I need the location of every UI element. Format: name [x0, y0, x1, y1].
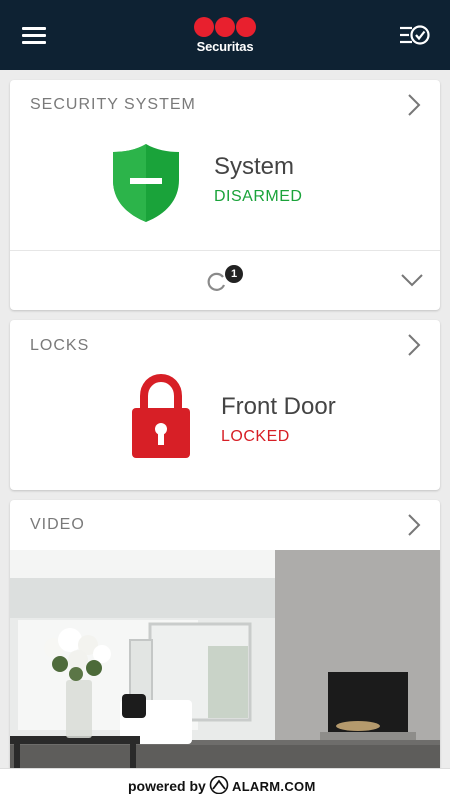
security-system-card[interactable]: SECURITY SYSTEM System DISARMED 1	[10, 80, 440, 310]
chevron-right-icon[interactable]	[406, 513, 422, 537]
securitas-logo: Securitas	[185, 14, 265, 56]
video-card[interactable]: VIDEO	[10, 500, 440, 768]
card-divider	[10, 250, 440, 251]
chevron-right-icon[interactable]	[406, 93, 422, 117]
camera-thumbnail[interactable]	[10, 550, 440, 768]
list-check-icon[interactable]	[398, 22, 432, 48]
footer-bar: powered by ALARM.COM	[0, 768, 450, 800]
security-card-title: SECURITY SYSTEM	[30, 96, 196, 113]
shield-disarmed-icon	[113, 144, 179, 222]
chevron-right-icon[interactable]	[406, 333, 422, 357]
system-status: DISARMED	[214, 188, 303, 205]
chevron-down-icon[interactable]	[400, 273, 424, 287]
lock-name: Front Door	[221, 393, 336, 420]
lock-status: LOCKED	[221, 428, 290, 445]
video-card-title: VIDEO	[30, 516, 85, 533]
system-name: System	[214, 153, 295, 180]
padlock-locked-icon	[132, 374, 190, 458]
alarm-com-text: ALARM.COM	[232, 779, 316, 794]
brand-name: Securitas	[196, 39, 254, 54]
locks-card[interactable]: LOCKS Front Door LOCKED	[10, 320, 440, 490]
alarm-com-logo-icon	[209, 776, 229, 794]
powered-by-text: powered by	[128, 778, 206, 794]
hamburger-menu-icon[interactable]	[22, 24, 48, 46]
locks-card-title: LOCKS	[30, 337, 90, 354]
notification-badge: 1	[225, 265, 243, 283]
top-app-bar: Securitas	[0, 0, 450, 70]
